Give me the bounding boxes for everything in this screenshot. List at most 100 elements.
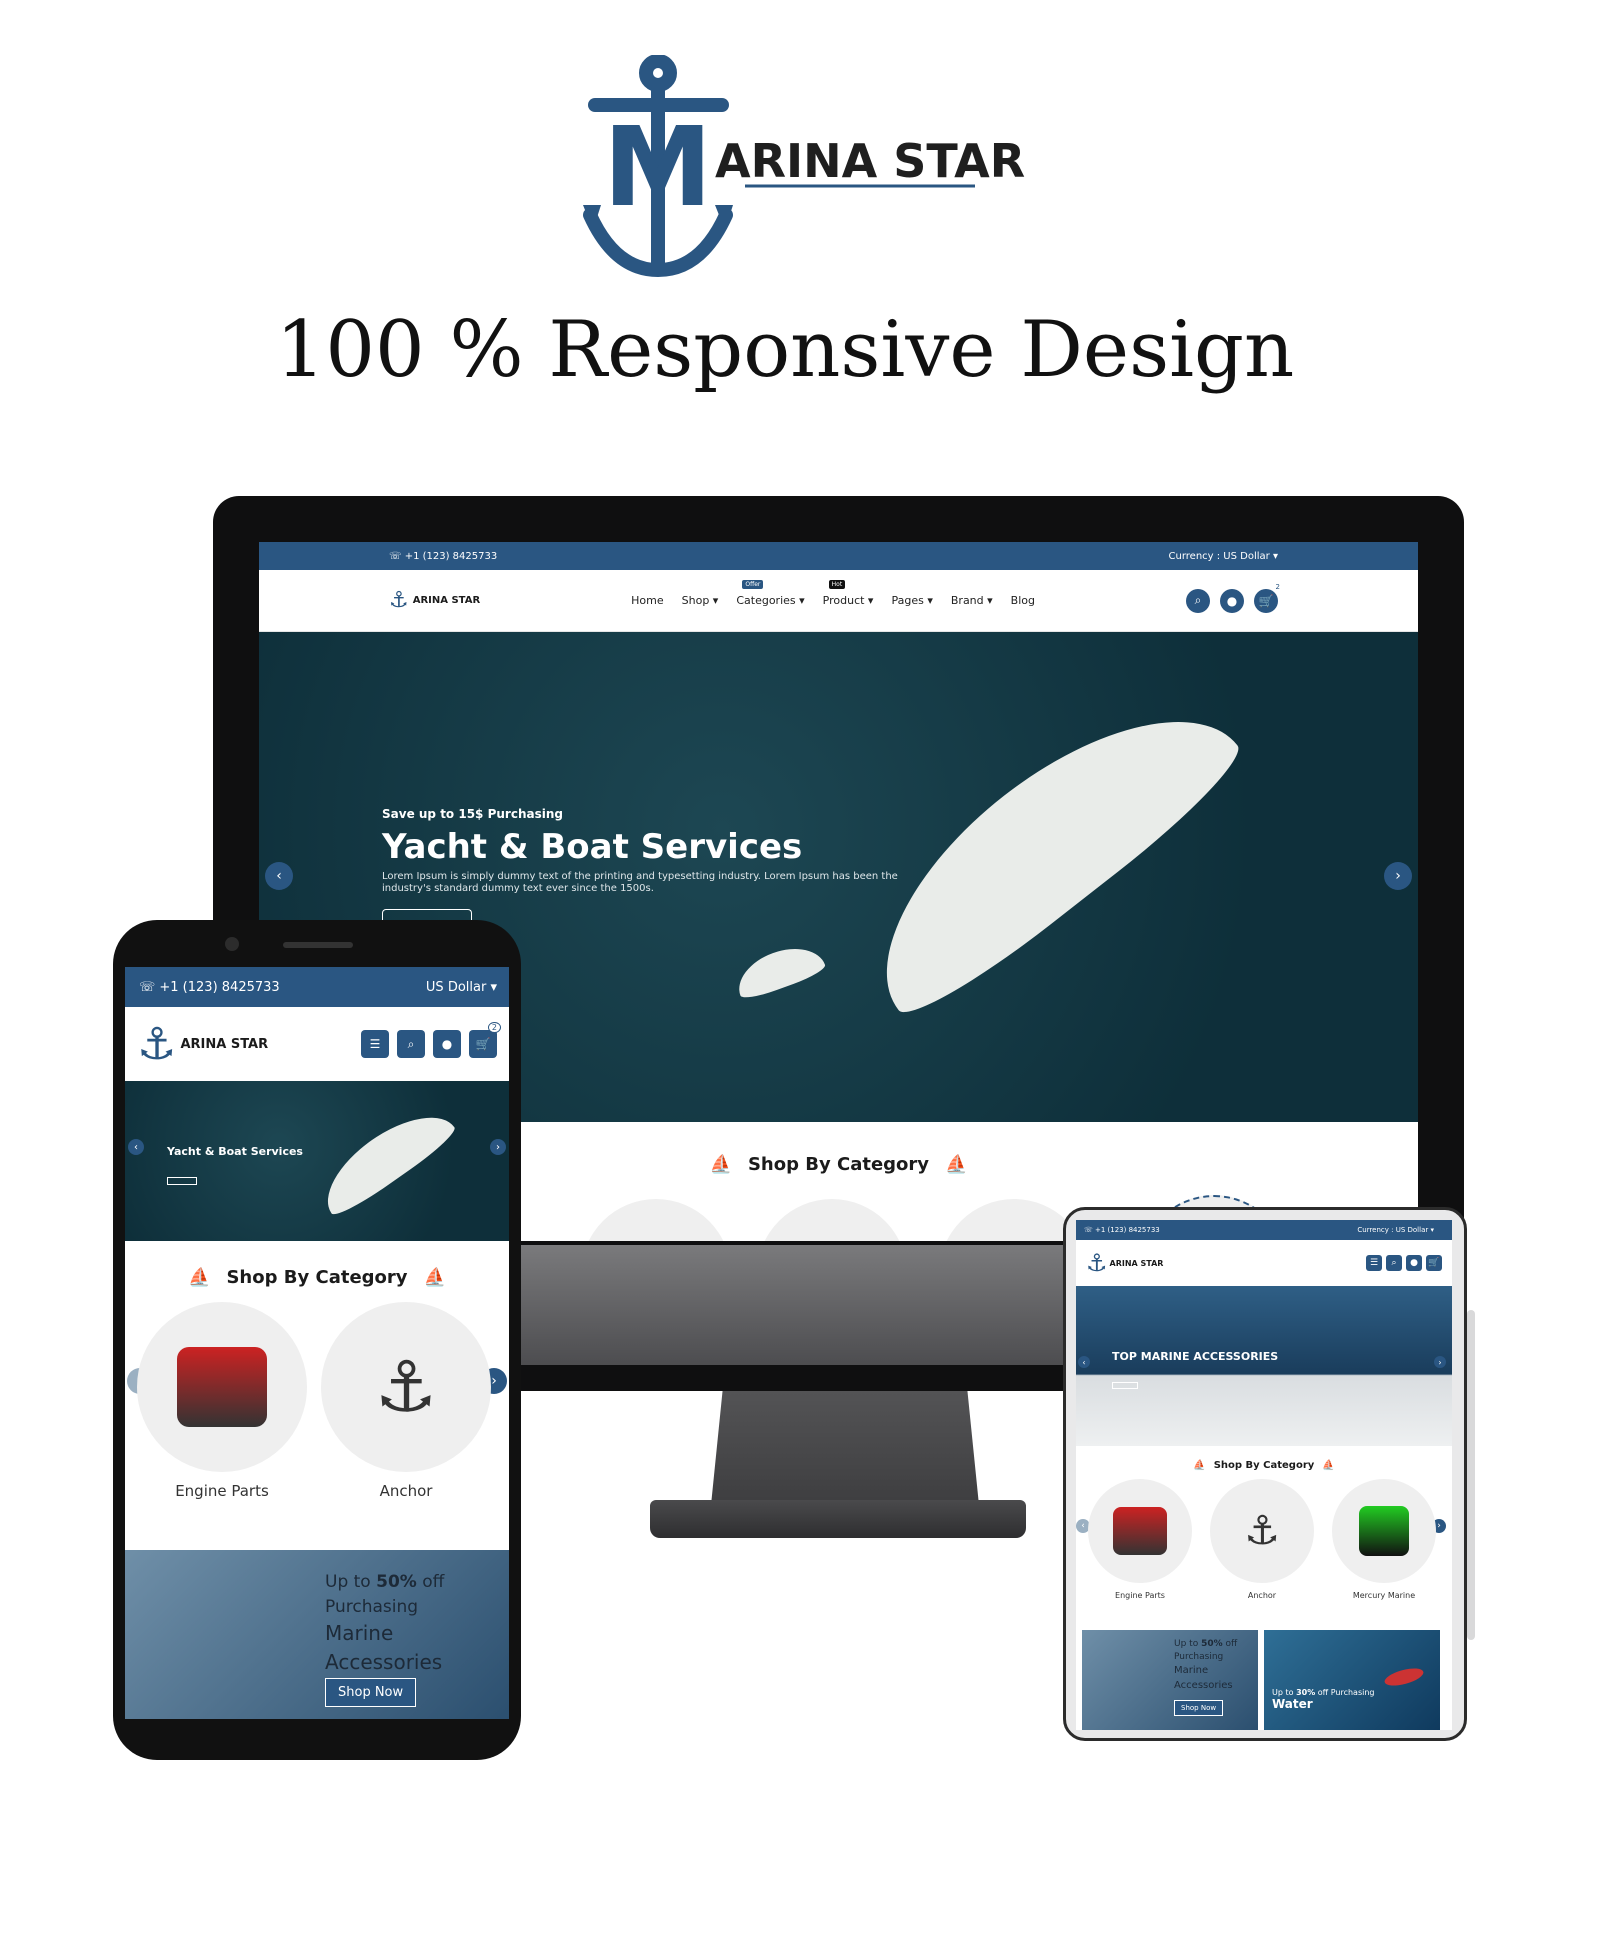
speedboat-image xyxy=(1382,1665,1426,1689)
phone-logo[interactable]: ⚓ ARINA STAR xyxy=(137,1019,268,1070)
arrow-left-icon[interactable]: ‹ xyxy=(1078,1356,1090,1368)
cart-count: 2 xyxy=(487,1022,501,1033)
cart-icon[interactable]: 🛒 2 xyxy=(1253,582,1282,613)
chevron-down-icon: ▾ xyxy=(490,979,497,995)
shop-now-button[interactable]: Shop Now xyxy=(325,1678,417,1707)
tablet-hero-title: TOP MARINE ACCESSORIES xyxy=(1112,1350,1279,1363)
tablet-phone[interactable]: ☏ +1 (123) 8425733 xyxy=(1084,1226,1160,1234)
monitor-base xyxy=(650,1500,1026,1538)
tablet-header: ⚓ ARINA STAR ☰ ⌕ ● 🛒 xyxy=(1076,1240,1452,1286)
sailboat-icon: ⛵ xyxy=(1322,1460,1335,1471)
search-icon[interactable]: ⌕ xyxy=(1185,588,1210,613)
search-icon[interactable]: ⌕ xyxy=(1386,1255,1402,1271)
arrow-left-icon[interactable]: ‹ xyxy=(265,862,293,890)
user-icon[interactable]: ● xyxy=(433,1030,461,1058)
nav-blog[interactable]: Blog xyxy=(1011,594,1035,607)
search-icon[interactable]: ⌕ xyxy=(397,1030,425,1058)
monitor-chin xyxy=(518,1245,1066,1365)
chevron-down-icon: ▾ xyxy=(1272,550,1278,562)
category-label: Anchor xyxy=(1247,1591,1277,1600)
anchor-logo-icon: ⚓ xyxy=(1086,1249,1108,1277)
phone-speaker xyxy=(283,942,353,948)
tablet-pen xyxy=(1467,1310,1475,1640)
nav-pages[interactable]: Pages ▾ xyxy=(891,594,932,607)
anchor-logo-icon: ⚓ xyxy=(137,1018,177,1070)
phone-hero: ‹ › Yacht & Boat Services xyxy=(125,1081,509,1241)
hero-text: Save up to 15$ Purchasing Yacht & Boat S… xyxy=(382,807,942,923)
yacht-image xyxy=(310,1097,460,1221)
page-headline: 100 % Responsive Design xyxy=(275,305,1295,395)
desktop-header: ⚓ ARINA STAR Home Shop ▾ Offer Categories… xyxy=(259,570,1418,632)
phone-topbar: ☏ +1 (123) 8425733 US Dollar ▾ xyxy=(125,967,509,1007)
category-anchor[interactable]: ⚓ xyxy=(321,1302,491,1472)
nav-product[interactable]: Hot Product ▾ xyxy=(823,580,873,607)
category-engine-parts[interactable] xyxy=(1088,1479,1192,1583)
hot-badge: Hot xyxy=(828,580,846,589)
hero-title: Yacht & Boat Services xyxy=(382,827,803,867)
engine-image xyxy=(177,1347,267,1427)
category-circle[interactable] xyxy=(757,1199,907,1241)
cart-icon[interactable]: 🛒 xyxy=(1426,1255,1442,1271)
menu-icon[interactable]: ☰ xyxy=(361,1030,389,1058)
phone-currency-select[interactable]: US Dollar ▾ xyxy=(426,980,497,995)
anchor-image: ⚓ xyxy=(1244,1508,1280,1554)
category-engine-parts[interactable] xyxy=(137,1302,307,1472)
svg-text:M: M xyxy=(603,103,712,231)
nav-brand[interactable]: Brand ▾ xyxy=(951,594,993,607)
desktop-header-icons: ⌕ ● 🛒 2 xyxy=(1185,582,1282,613)
mercury-engine-image xyxy=(1359,1506,1409,1556)
tender-image xyxy=(730,937,828,1003)
desktop-nav: Home Shop ▾ Offer Categories ▾ Hot Product… xyxy=(631,580,1035,607)
brand-logo: M ARINA STAR xyxy=(565,54,1035,285)
sailboat-icon: ⛵ xyxy=(945,1154,968,1175)
nav-shop[interactable]: Shop ▾ xyxy=(682,594,719,607)
phone-section-title: ⛵ Shop By Category ⛵ xyxy=(188,1267,446,1288)
phone-number[interactable]: ☏ +1 (123) 8425733 xyxy=(139,980,280,995)
desktop-logo[interactable]: ⚓ ARINA STAR xyxy=(389,588,480,613)
hero-body: Lorem Ipsum is simply dummy text of the … xyxy=(382,871,898,894)
anchor-logo-icon: M ARINA STAR xyxy=(583,54,1025,278)
phone-camera xyxy=(225,937,239,951)
anchor-image: ⚓ xyxy=(374,1346,438,1428)
arrow-left-icon[interactable]: ‹ xyxy=(128,1139,144,1155)
promo-text: Up to 50% off Purchasing Marine Accessor… xyxy=(325,1572,445,1675)
user-icon[interactable]: ● xyxy=(1219,588,1244,613)
cart-icon[interactable]: 🛒 2 xyxy=(469,1022,501,1058)
category-label: Mercury Marine xyxy=(1352,1591,1416,1600)
arrow-right-icon[interactable]: › xyxy=(490,1139,506,1155)
category-circle[interactable] xyxy=(581,1199,731,1241)
tablet-hero: ‹ › TOP MARINE ACCESSORIES xyxy=(1076,1286,1452,1446)
sailboat-icon: ⛵ xyxy=(188,1267,211,1288)
sailboat-icon: ⛵ xyxy=(1193,1460,1206,1471)
desktop-phone[interactable]: ☏ +1 (123) 8425733 xyxy=(389,551,497,562)
category-mercury-marine[interactable] xyxy=(1332,1479,1436,1583)
desktop-topbar: ☏ +1 (123) 8425733 Currency : US Dollar … xyxy=(259,542,1418,570)
tablet-logo[interactable]: ⚓ ARINA STAR xyxy=(1086,1249,1163,1277)
tablet-currency-select[interactable]: Currency : US Dollar ▾ xyxy=(1357,1226,1434,1234)
phone-hero-title: Yacht & Boat Services xyxy=(167,1145,303,1158)
phone-promo-banner: Up to 50% off Purchasing Marine Accessor… xyxy=(125,1550,509,1719)
category-anchor[interactable]: ⚓ xyxy=(1210,1479,1314,1583)
nav-home[interactable]: Home xyxy=(631,594,663,607)
tablet-category-carousel: ‹ › ⚓ Engine Parts Anchor Mercury Marine xyxy=(1076,1479,1452,1609)
nav-categories[interactable]: Offer Categories ▾ xyxy=(736,580,805,607)
sailboat-icon: ⛵ xyxy=(709,1154,732,1175)
phone-category-carousel: ‹ › ⚓ Engine Parts Anchor xyxy=(125,1302,509,1512)
cart-count: 2 xyxy=(1273,582,1282,591)
hero-button[interactable] xyxy=(1112,1382,1138,1389)
arrow-right-icon[interactable]: › xyxy=(1434,1356,1446,1368)
user-icon[interactable]: ● xyxy=(1406,1255,1422,1271)
engine-image xyxy=(1113,1507,1167,1555)
arrow-right-icon[interactable]: › xyxy=(1384,862,1412,890)
menu-icon[interactable]: ☰ xyxy=(1366,1255,1382,1271)
category-label: Engine Parts xyxy=(175,1482,269,1500)
hero-kicker: Save up to 15$ Purchasing xyxy=(382,807,563,821)
promo-text: Up to 30% off Purchasing Water xyxy=(1272,1688,1375,1711)
phone-header: ⚓ ARINA STAR ☰ ⌕ ● 🛒 2 xyxy=(125,1007,509,1081)
promo-text: Up to 50% off Purchasing Marine Accessor… xyxy=(1174,1639,1238,1691)
phone-screen: ☏ +1 (123) 8425733 US Dollar ▾ ⚓ ARINA S… xyxy=(125,967,509,1719)
desktop-currency-select[interactable]: Currency : US Dollar ▾ xyxy=(1169,551,1278,562)
hero-button[interactable] xyxy=(167,1177,197,1185)
shop-now-button[interactable]: Shop Now xyxy=(1174,1700,1224,1716)
anchor-logo-icon: ⚓ xyxy=(389,588,409,613)
